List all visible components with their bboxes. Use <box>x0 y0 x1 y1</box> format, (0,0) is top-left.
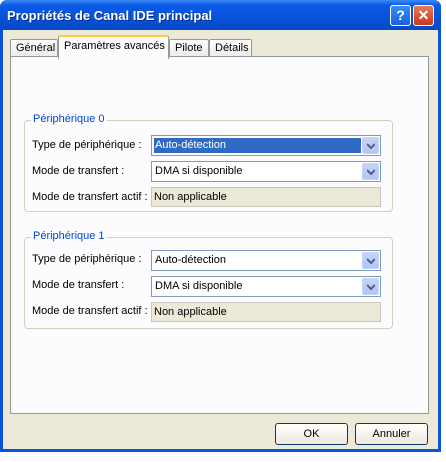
tab-details[interactable]: Détails <box>209 39 252 57</box>
device-0-transfer-mode-value: DMA si disponible <box>155 165 243 177</box>
device-1-transfer-mode-value: DMA si disponible <box>155 280 243 292</box>
device-0-type-value: Auto-détection <box>154 138 361 153</box>
close-button[interactable]: ✕ <box>413 5 434 26</box>
device-1-title: Périphérique 1 <box>31 230 107 242</box>
transfer-mode-label: Mode de transfert : <box>32 165 125 177</box>
dialog-body: Général Paramètres avancés Pilote Détail… <box>3 30 438 449</box>
device-0-active-mode-value: Non applicable <box>154 191 227 203</box>
cancel-button[interactable]: Annuler <box>355 423 428 445</box>
device-1-transfer-mode-select[interactable]: DMA si disponible <box>151 276 381 297</box>
tab-driver[interactable]: Pilote <box>169 39 209 57</box>
chevron-down-icon[interactable] <box>362 137 379 154</box>
tab-advanced-settings[interactable]: Paramètres avancés <box>58 35 169 59</box>
device-1-type-select[interactable]: Auto-détection <box>151 250 381 271</box>
device-0-type-select[interactable]: Auto-détection <box>151 135 381 156</box>
device-0-transfer-mode-select[interactable]: DMA si disponible <box>151 161 381 182</box>
device-0-active-mode-field: Non applicable <box>151 187 381 207</box>
device-1-type-value: Auto-détection <box>155 254 226 266</box>
device-1-group: Périphérique 1 Type de périphérique : Au… <box>24 230 393 329</box>
ok-button[interactable]: OK <box>275 423 348 445</box>
active-transfer-mode-label: Mode de transfert actif : <box>32 305 148 317</box>
tab-general[interactable]: Général <box>10 39 58 57</box>
window-title: Propriétés de Canal IDE principal <box>7 8 213 23</box>
background-document <box>0 453 446 462</box>
properties-dialog: Propriétés de Canal IDE principal ? ✕ Gé… <box>0 0 441 452</box>
advanced-settings-panel: Périphérique 0 Type de périphérique : Au… <box>10 56 429 414</box>
chevron-down-icon[interactable] <box>362 163 379 180</box>
device-type-label: Type de périphérique : <box>32 253 142 265</box>
transfer-mode-label: Mode de transfert : <box>32 279 125 291</box>
active-transfer-mode-label: Mode de transfert actif : <box>32 191 148 203</box>
chevron-down-icon[interactable] <box>362 252 379 269</box>
device-1-active-mode-value: Non applicable <box>154 306 227 318</box>
device-type-label: Type de périphérique : <box>32 139 142 151</box>
help-button[interactable]: ? <box>390 5 411 26</box>
device-1-active-mode-field: Non applicable <box>151 302 381 322</box>
device-0-title: Périphérique 0 <box>31 113 107 125</box>
device-0-group: Périphérique 0 Type de périphérique : Au… <box>24 113 393 212</box>
chevron-down-icon[interactable] <box>362 278 379 295</box>
title-bar[interactable]: Propriétés de Canal IDE principal ? ✕ <box>0 0 441 30</box>
